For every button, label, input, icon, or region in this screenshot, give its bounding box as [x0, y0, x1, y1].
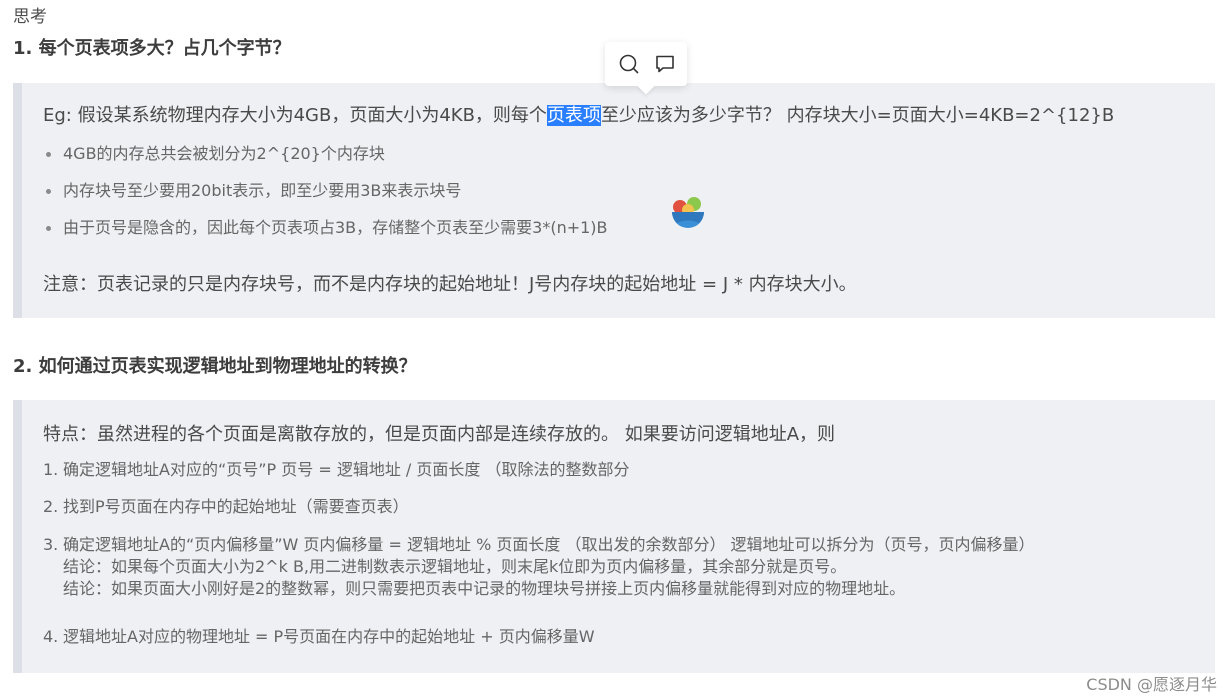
list-item: 1. 确定逻辑地址A对应的“页号”P 页号 = 逻辑地址 / 页面长度 （取除法…: [43, 460, 630, 480]
step-text: 确定逻辑地址A对应的“页号”P 页号 = 逻辑地址 / 页面长度 （取除法的整数…: [63, 460, 630, 479]
conclusion-text: 结论：如果页面大小刚好是2的整数幂，则只需要把页表中记录的物理块号拼接上页内偏移…: [63, 579, 906, 598]
selection-toolbar: [605, 42, 687, 86]
section1-heading: 1. 每个页表项多大？占几个字节？: [13, 38, 291, 59]
example-question-prefix: Eg: 假设某系统物理内存大小为4GB，页面大小为4KB，则每个: [43, 105, 547, 126]
step-number: 4.: [43, 627, 59, 646]
list-item: 内存块号至少要用20bit表示，即至少要用3B来表示块号: [43, 172, 608, 209]
example-question-suffix: 至少应该为多少字节？ 内存块大小=页面大小=4KB=2^{12}B: [600, 105, 1115, 126]
watermark: CSDN @愿逐月华: [1086, 675, 1217, 694]
list-item: 由于页号是隐含的，因此每个页表项占3B，存储整个页表至少需要3*(n+1)B: [43, 209, 608, 246]
list-item: 4GB的内存总共会被划分为2^{20}个内存块: [43, 135, 608, 172]
food-bowl-icon: [668, 194, 708, 234]
feature-text: 特点：虽然进程的各个页面是离散存放的，但是页面内部是连续存放的。 如果要访问逻辑…: [43, 424, 836, 445]
step-text: 逻辑地址A对应的物理地址 = P号页面在内存中的起始地址 + 页内偏移量W: [63, 627, 595, 646]
comment-icon[interactable]: [654, 53, 676, 75]
list-item: 4. 逻辑地址A对应的物理地址 = P号页面在内存中的起始地址 + 页内偏移量W: [43, 627, 595, 647]
section2-heading: 2. 如何通过页表实现逻辑地址到物理地址的转换？: [13, 356, 417, 377]
bullet-list: 4GB的内存总共会被划分为2^{20}个内存块 内存块号至少要用20bit表示，…: [43, 135, 608, 246]
note-text: 注意：页表记录的只是内存块号，而不是内存块的起始地址！J号内存块的起始地址 = …: [43, 274, 857, 295]
step-number: 2.: [43, 497, 59, 516]
highlighted-term[interactable]: 页表项: [546, 105, 601, 126]
step-number: 3.: [43, 535, 59, 554]
step-number: 1.: [43, 460, 59, 479]
blockquote-address-translation: 特点：虽然进程的各个页面是离散存放的，但是页面内部是连续存放的。 如果要访问逻辑…: [13, 400, 1215, 673]
example-question: Eg: 假设某系统物理内存大小为4GB，页面大小为4KB，则每个页表项至少应该为…: [43, 101, 1114, 127]
blockquote-page-entry-size: Eg: 假设某系统物理内存大小为4GB，页面大小为4KB，则每个页表项至少应该为…: [13, 83, 1215, 318]
search-icon[interactable]: [618, 53, 640, 75]
step-text: 找到P号页面在内存中的起始地址（需要查页表）: [63, 497, 409, 516]
list-item: 2. 找到P号页面在内存中的起始地址（需要查页表）: [43, 497, 409, 517]
section-label: 思考: [13, 7, 47, 27]
list-item: 3. 确定逻辑地址A的“页内偏移量”W 页内偏移量 = 逻辑地址 % 页面长度 …: [43, 531, 1035, 603]
